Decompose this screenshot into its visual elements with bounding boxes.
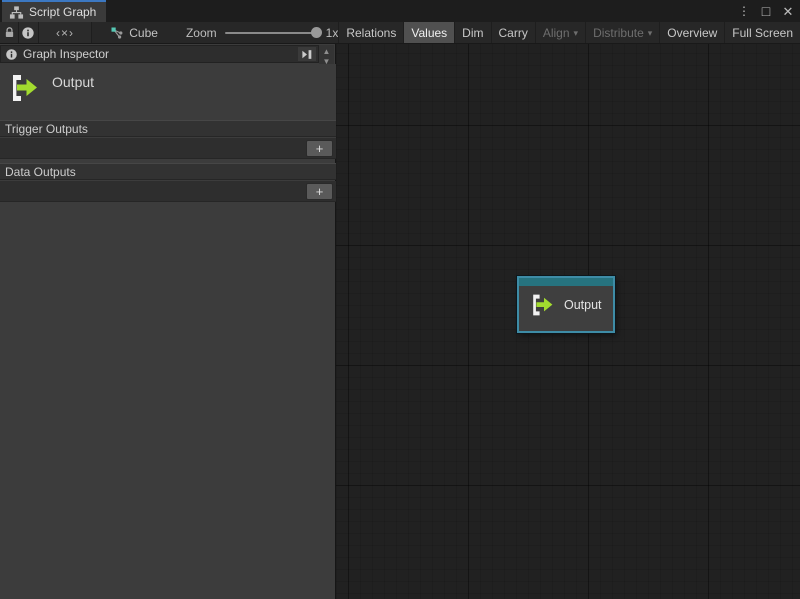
chevron-down-icon: ▾ — [648, 28, 653, 39]
selected-node-title: Output — [52, 74, 94, 90]
script-graph-asset-icon — [110, 26, 124, 40]
values-button[interactable]: Values — [403, 22, 454, 43]
script-graph-window: Script Graph ⋮ □ ✕ — [0, 0, 800, 599]
graph-toolbar: ‹×› Cube Zoom 1x Relations — [0, 22, 800, 44]
zoom-label: Zoom — [186, 26, 217, 40]
tab-script-graph[interactable]: Script Graph — [2, 0, 106, 22]
trigger-outputs-list: + — [0, 138, 336, 159]
align-dropdown[interactable]: Align ▾ — [535, 22, 585, 43]
distribute-dropdown[interactable]: Distribute ▾ — [585, 22, 659, 43]
title-bar: Script Graph ⋮ □ ✕ — [0, 0, 800, 22]
inspector-title: Graph Inspector — [23, 47, 298, 61]
dim-button[interactable]: Dim — [454, 22, 490, 43]
plus-icon: + — [316, 142, 324, 155]
add-trigger-output-button[interactable]: + — [306, 140, 333, 157]
graph-owner-breadcrumb[interactable]: Cube — [110, 22, 158, 43]
overview-button[interactable]: Overview — [659, 22, 724, 43]
info-icon — [21, 26, 35, 40]
scroll-up-icon[interactable]: ▲ — [323, 48, 331, 56]
output-node-label: Output — [564, 298, 602, 312]
data-outputs-header: Data Outputs — [0, 163, 336, 180]
zoom-slider-thumb[interactable] — [311, 27, 322, 38]
maximize-icon[interactable]: □ — [758, 2, 774, 20]
zoom-slider[interactable] — [225, 32, 317, 34]
code-view-button[interactable]: ‹×› — [39, 22, 93, 43]
output-node-header[interactable] — [519, 278, 613, 286]
graph-hierarchy-icon — [9, 5, 24, 20]
toolbar-buttons: Relations Values Dim Carry Align ▾ Distr… — [338, 22, 800, 43]
close-icon[interactable]: ✕ — [780, 2, 796, 20]
trigger-outputs-header: Trigger Outputs — [0, 120, 336, 137]
lock-button[interactable] — [0, 22, 19, 43]
graph-owner-label: Cube — [129, 26, 158, 40]
zoom-control: Zoom 1x — [186, 22, 338, 43]
chevron-down-icon: ▾ — [574, 28, 579, 39]
full-screen-button[interactable]: Full Screen — [724, 22, 800, 43]
carry-button[interactable]: Carry — [491, 22, 535, 43]
info-icon — [5, 48, 18, 61]
graph-inspector-header: Graph Inspector — [0, 45, 319, 63]
output-unit-icon — [9, 72, 39, 104]
inspector-toggle-button[interactable] — [19, 22, 38, 43]
add-data-output-button[interactable]: + — [306, 183, 333, 200]
data-outputs-list: + — [0, 181, 336, 202]
window-menu-icon[interactable]: ⋮ — [736, 2, 752, 20]
output-node[interactable]: Output — [517, 276, 615, 333]
plus-icon: + — [316, 185, 324, 198]
tab-label: Script Graph — [29, 5, 96, 19]
output-unit-icon — [530, 292, 554, 318]
graph-inspector-panel: Graph Inspector ▲ ▼ — [0, 44, 336, 599]
dock-right-icon — [301, 49, 313, 60]
code-icon: ‹×› — [56, 26, 74, 40]
graph-canvas[interactable]: Output — [336, 44, 800, 599]
window-controls: ⋮ □ ✕ — [736, 0, 796, 22]
relations-button[interactable]: Relations — [338, 22, 403, 43]
lock-icon — [3, 26, 16, 39]
zoom-value: 1x — [326, 26, 339, 40]
dock-inspector-button[interactable] — [298, 47, 316, 61]
